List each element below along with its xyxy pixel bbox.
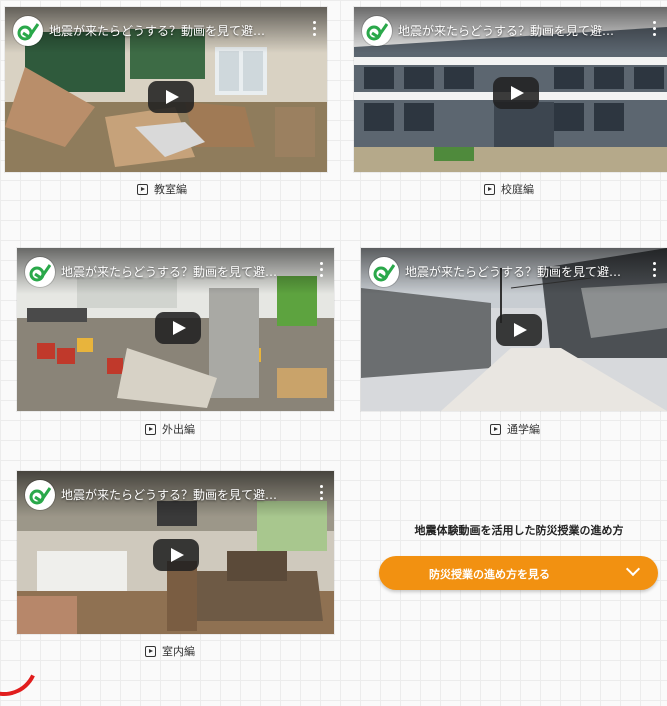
play-square-icon xyxy=(145,423,156,435)
more-options-icon[interactable] xyxy=(320,485,324,501)
video-caption-classroom: 教室編 xyxy=(137,180,187,198)
more-options-icon[interactable] xyxy=(653,21,657,37)
play-button-icon[interactable] xyxy=(155,312,201,344)
play-button-icon[interactable] xyxy=(496,314,542,346)
caption-label: 通学編 xyxy=(507,423,540,436)
play-button-icon[interactable] xyxy=(153,539,199,571)
video-caption-indoors: 室内編 xyxy=(145,642,195,660)
caption-label: 外出編 xyxy=(162,423,195,436)
play-square-icon xyxy=(145,645,156,657)
video-player-classroom[interactable]: 地震が来たらどうする？動画を見て避… xyxy=(5,7,327,172)
caption-label: 校庭編 xyxy=(501,183,534,196)
play-square-icon xyxy=(490,423,501,435)
video-player-schoolyard[interactable]: 地震が来たらどうする？動画を見て避… xyxy=(354,7,667,172)
channel-logo-icon[interactable] xyxy=(13,16,43,46)
chevron-down-icon xyxy=(625,561,641,577)
play-square-icon xyxy=(137,183,148,195)
more-options-icon[interactable] xyxy=(320,262,324,278)
video-title[interactable]: 地震が来たらどうする？動画を見て避… xyxy=(49,22,301,39)
video-title[interactable]: 地震が来たらどうする？動画を見て避… xyxy=(61,486,308,503)
video-player-going-out[interactable]: 地震が来たらどうする？動画を見て避… xyxy=(17,248,334,411)
more-options-icon[interactable] xyxy=(653,262,657,278)
play-square-icon xyxy=(484,183,495,195)
howto-heading: 地震体験動画を活用した防災授業の進め方 xyxy=(414,524,624,537)
video-caption-commute: 通学編 xyxy=(490,420,540,438)
caption-label: 教室編 xyxy=(154,183,187,196)
channel-logo-icon[interactable] xyxy=(369,257,399,287)
video-title[interactable]: 地震が来たらどうする？動画を見て避… xyxy=(405,263,641,280)
channel-logo-icon[interactable] xyxy=(362,16,392,46)
channel-logo-icon[interactable] xyxy=(25,480,55,510)
play-button-icon[interactable] xyxy=(148,81,194,113)
video-title[interactable]: 地震が来たらどうする？動画を見て避… xyxy=(398,22,641,39)
video-title[interactable]: 地震が来たらどうする？動画を見て避… xyxy=(61,263,308,280)
howto-accordion-button[interactable]: 防災授業の進め方を見る xyxy=(379,556,658,590)
channel-logo-icon[interactable] xyxy=(25,257,55,287)
play-button-icon[interactable] xyxy=(493,77,539,109)
video-caption-going-out: 外出編 xyxy=(145,420,195,438)
video-player-commute[interactable]: 地震が来たらどうする？動画を見て避… xyxy=(361,248,667,411)
howto-button-label: 防災授業の進め方を見る xyxy=(429,568,550,581)
more-options-icon[interactable] xyxy=(313,21,317,37)
video-caption-schoolyard: 校庭編 xyxy=(484,180,534,198)
caption-label: 室内編 xyxy=(162,645,195,658)
video-player-indoors[interactable]: 地震が来たらどうする？動画を見て避… xyxy=(17,471,334,634)
